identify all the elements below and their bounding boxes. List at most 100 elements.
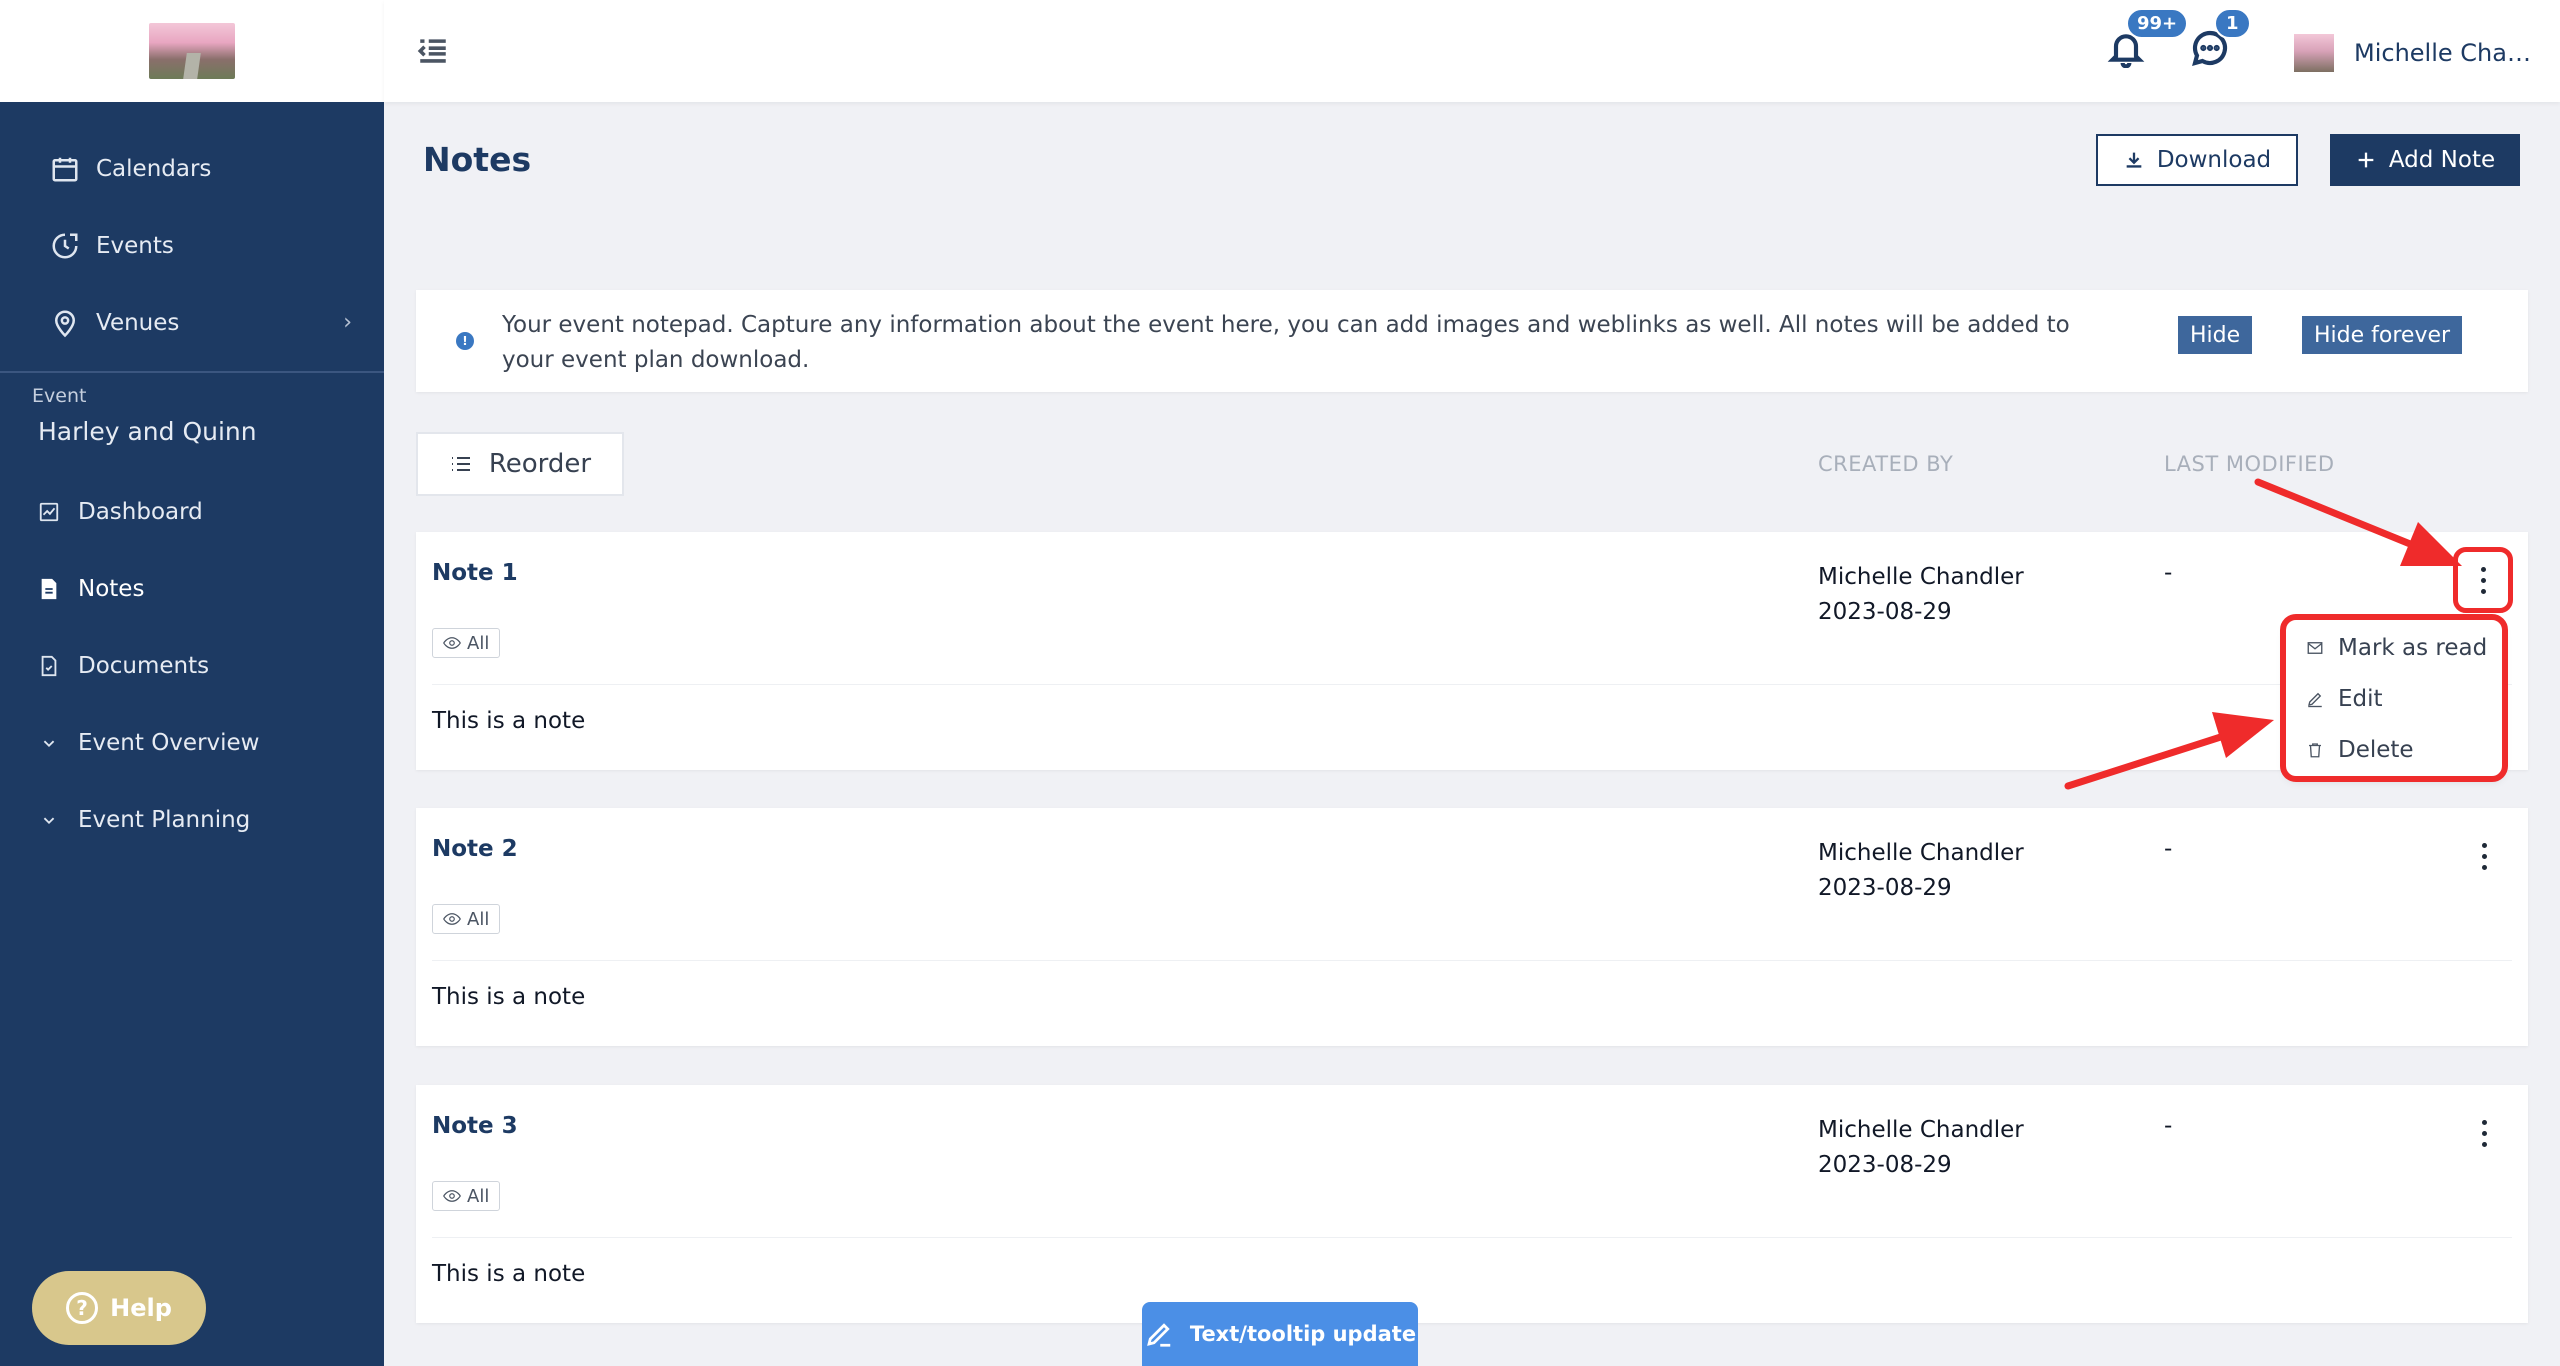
- menu-item-label: Mark as read: [2338, 634, 2488, 661]
- note-card[interactable]: Note 1 All This is a note Michelle Chand…: [416, 532, 2528, 770]
- edit-pencil-icon: [1147, 1323, 1171, 1347]
- created-date: 2023-08-29: [1818, 599, 1952, 625]
- sidebar-item-label: Event Planning: [78, 806, 251, 833]
- reorder-button[interactable]: Reorder: [416, 432, 624, 496]
- messages-chat-icon[interactable]: 1: [2190, 8, 2251, 72]
- list-icon: [451, 457, 470, 471]
- note-card[interactable]: Note 3 All This is a note Michelle Chand…: [416, 1085, 2528, 1323]
- note-title[interactable]: Note 2: [432, 836, 518, 862]
- chevron-right-icon: ›: [343, 310, 352, 335]
- note-creator: Michelle Chandler 2023-08-29: [1818, 836, 2024, 906]
- main-nav: Calendars Events Venues ›: [0, 102, 384, 361]
- more-options-icon[interactable]: [2464, 834, 2504, 878]
- download-button[interactable]: Download: [2096, 134, 2298, 186]
- sidebar-item-calendars[interactable]: Calendars: [0, 130, 384, 207]
- reorder-label: Reorder: [488, 449, 592, 479]
- download-label: Download: [2156, 147, 2272, 173]
- sidebar-item-label: Calendars: [96, 155, 212, 182]
- event-nav: Dashboard Notes Documents Event Overview…: [0, 473, 384, 858]
- more-options-icon[interactable]: [2453, 547, 2513, 613]
- envelope-icon: [2307, 641, 2323, 654]
- note-options-menu: Mark as read Edit Delete: [2280, 614, 2508, 782]
- sidebar-item-dashboard[interactable]: Dashboard: [0, 473, 384, 550]
- menu-item-label: Edit: [2338, 685, 2383, 712]
- visibility-tag: All: [432, 628, 501, 658]
- hide-forever-button[interactable]: Hide forever: [2302, 316, 2463, 354]
- more-options-icon[interactable]: [2464, 1111, 2504, 1155]
- sidebar-item-venues[interactable]: Venues ›: [0, 284, 384, 361]
- logo-area: [0, 0, 384, 102]
- note-body: This is a note: [432, 984, 586, 1010]
- menu-item-delete[interactable]: Delete: [2286, 724, 2502, 775]
- user-menu[interactable]: Michelle Chan...: [2294, 34, 2532, 72]
- chevron-down-icon: [36, 730, 62, 756]
- column-header-created-by: CREATED BY: [1818, 452, 1954, 476]
- download-icon: [2126, 152, 2142, 168]
- help-button[interactable]: ? Help: [32, 1271, 206, 1345]
- note-divider: [432, 960, 2512, 961]
- created-date: 2023-08-29: [1818, 875, 1952, 901]
- eye-icon: [443, 913, 461, 925]
- last-modified: -: [2164, 836, 2173, 862]
- event-name: Harley and Quinn: [38, 417, 257, 446]
- sidebar: Calendars Events Venues › Event Harley a…: [0, 0, 384, 1366]
- section-label: Event: [32, 385, 87, 407]
- note-card[interactable]: Note 2 All This is a note Michelle Chand…: [416, 808, 2528, 1046]
- text-tooltip-update-button[interactable]: Text/tooltip update: [1142, 1302, 1418, 1366]
- visibility-label: All: [467, 632, 490, 654]
- creator-name: Michelle Chandler: [1818, 564, 2024, 590]
- avatar: [2294, 34, 2334, 72]
- question-icon: ?: [66, 1292, 99, 1324]
- clock-icon: [48, 229, 82, 263]
- logo-image[interactable]: [149, 23, 235, 79]
- visibility-label: All: [467, 1185, 490, 1207]
- visibility-tag: All: [432, 904, 501, 934]
- sidebar-item-label: Notes: [78, 575, 145, 602]
- visibility-label: All: [467, 908, 490, 930]
- info-icon: !: [456, 332, 474, 350]
- creator-name: Michelle Chandler: [1818, 840, 2024, 866]
- document-icon: [36, 576, 62, 602]
- menu-collapse-icon[interactable]: [416, 34, 450, 68]
- tooltip-update-label: Text/tooltip update: [1189, 1322, 1417, 1346]
- hide-button[interactable]: Hide: [2178, 316, 2253, 354]
- note-creator: Michelle Chandler 2023-08-29: [1818, 1113, 2024, 1183]
- eye-icon: [443, 1190, 461, 1202]
- add-note-button[interactable]: Add Note: [2330, 134, 2520, 186]
- location-pin-icon: [48, 306, 82, 340]
- created-date: 2023-08-29: [1818, 1152, 1952, 1178]
- sidebar-item-label: Venues: [96, 309, 180, 336]
- sidebar-item-event-planning[interactable]: Event Planning: [0, 781, 384, 858]
- pencil-icon: [2308, 692, 2322, 707]
- notifications-badge: 99+: [2126, 8, 2189, 39]
- add-note-label: Add Note: [2388, 147, 2496, 173]
- note-creator: Michelle Chandler 2023-08-29: [1818, 560, 2024, 630]
- column-header-last-modified: LAST MODIFIED: [2164, 452, 2335, 476]
- eye-icon: [443, 637, 461, 649]
- calendar-icon: [48, 152, 82, 186]
- info-text: Your event notepad. Capture any informat…: [502, 312, 2070, 373]
- sidebar-item-documents[interactable]: Documents: [0, 627, 384, 704]
- menu-item-edit[interactable]: Edit: [2286, 673, 2502, 724]
- trash-icon: [2309, 742, 2321, 757]
- user-name: Michelle Chan...: [2354, 39, 2532, 67]
- creator-name: Michelle Chandler: [1818, 1117, 2024, 1143]
- info-banner: ! Your event notepad. Capture any inform…: [416, 290, 2528, 392]
- sidebar-item-label: Documents: [78, 652, 210, 679]
- sidebar-item-label: Event Overview: [78, 729, 260, 756]
- visibility-tag: All: [432, 1181, 501, 1211]
- sidebar-item-notes[interactable]: Notes: [0, 550, 384, 627]
- sidebar-item-event-overview[interactable]: Event Overview: [0, 704, 384, 781]
- page-title: Notes: [423, 140, 532, 179]
- note-body: This is a note: [432, 1261, 586, 1287]
- sidebar-item-label: Events: [96, 232, 174, 259]
- menu-item-mark-as-read[interactable]: Mark as read: [2286, 622, 2502, 673]
- chart-icon: [36, 499, 62, 525]
- messages-badge: 1: [2214, 8, 2251, 39]
- note-title[interactable]: Note 3: [432, 1113, 518, 1139]
- menu-item-label: Delete: [2338, 736, 2414, 763]
- sidebar-item-events[interactable]: Events: [0, 207, 384, 284]
- plus-icon: [2358, 152, 2374, 168]
- notifications-bell-icon[interactable]: 99+: [2106, 8, 2189, 72]
- note-title[interactable]: Note 1: [432, 560, 518, 586]
